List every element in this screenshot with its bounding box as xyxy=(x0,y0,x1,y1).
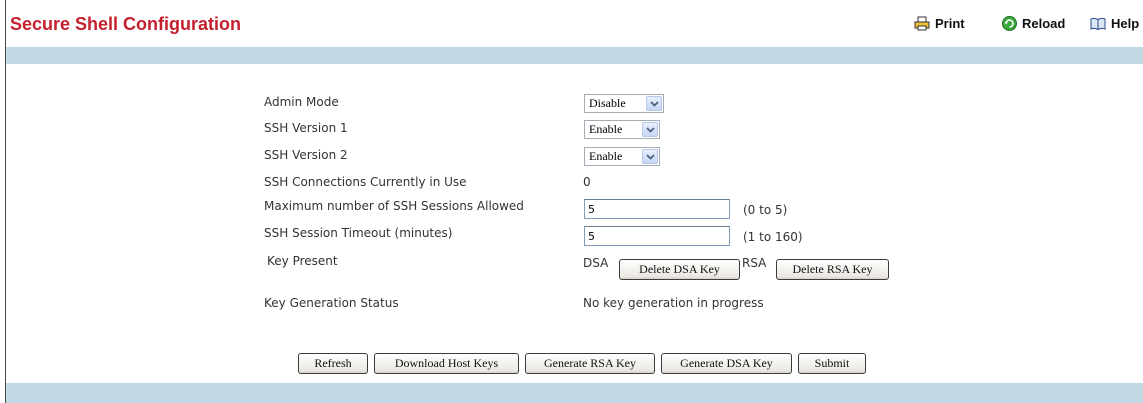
generate-rsa-key-button[interactable]: Generate RSA Key xyxy=(525,353,655,374)
print-link[interactable]: Print xyxy=(914,16,965,31)
key-gen-status-label: Key Generation Status xyxy=(264,296,399,310)
chevron-down-icon xyxy=(642,149,658,164)
page-frame: Secure Shell Configuration Print Reload xyxy=(5,0,1143,403)
reload-label: Reload xyxy=(1022,16,1066,31)
help-link[interactable]: Help xyxy=(1090,16,1139,31)
dsa-label: DSA xyxy=(583,256,609,270)
admin-mode-select[interactable]: Disable xyxy=(584,94,664,113)
chevron-down-icon xyxy=(646,96,662,111)
key-gen-status-value: No key generation in progress xyxy=(583,296,764,310)
page-title: Secure Shell Configuration xyxy=(10,14,242,34)
help-book-icon xyxy=(1090,17,1106,31)
reload-link[interactable]: Reload xyxy=(1002,16,1065,31)
bottom-band xyxy=(6,383,1143,403)
delete-rsa-key-button[interactable]: Delete RSA Key xyxy=(776,259,889,280)
ssh-v2-label: SSH Version 2 xyxy=(264,148,348,162)
submit-button[interactable]: Submit xyxy=(798,353,866,374)
top-band xyxy=(6,47,1143,64)
admin-mode-value: Disable xyxy=(589,96,626,110)
printer-icon xyxy=(914,16,930,31)
session-timeout-range: (1 to 160) xyxy=(743,230,803,244)
max-sessions-range: (0 to 5) xyxy=(743,203,788,217)
delete-dsa-key-button[interactable]: Delete DSA Key xyxy=(619,259,740,280)
ssh-connections-value: 0 xyxy=(583,175,591,189)
page-header: Secure Shell Configuration Print Reload xyxy=(6,8,1143,38)
ssh-connections-label: SSH Connections Currently in Use xyxy=(264,175,467,189)
print-label: Print xyxy=(935,16,965,31)
ssh-v1-value: Enable xyxy=(589,122,623,136)
ssh-v1-label: SSH Version 1 xyxy=(264,121,348,135)
max-sessions-input[interactable] xyxy=(584,199,730,219)
admin-mode-label: Admin Mode xyxy=(264,95,339,109)
generate-dsa-key-button[interactable]: Generate DSA Key xyxy=(661,353,792,374)
download-host-keys-button[interactable]: Download Host Keys xyxy=(374,353,519,374)
refresh-button[interactable]: Refresh xyxy=(298,353,368,374)
reload-icon xyxy=(1002,16,1017,31)
rsa-label: RSA xyxy=(742,256,767,270)
ssh-v2-select[interactable]: Enable xyxy=(584,147,660,166)
help-label: Help xyxy=(1111,16,1140,31)
session-timeout-input[interactable] xyxy=(584,226,730,246)
max-sessions-label: Maximum number of SSH Sessions Allowed xyxy=(264,199,524,213)
ssh-v2-value: Enable xyxy=(589,149,623,163)
key-present-label: Key Present xyxy=(267,254,338,268)
ssh-v1-select[interactable]: Enable xyxy=(584,120,660,139)
chevron-down-icon xyxy=(642,122,658,137)
session-timeout-label: SSH Session Timeout (minutes) xyxy=(264,226,453,240)
